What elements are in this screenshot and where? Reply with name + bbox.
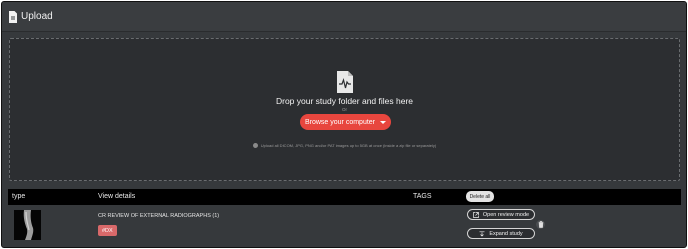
open-review-mode-label: Open review mode: [482, 211, 530, 218]
delete-study-button[interactable]: [536, 220, 545, 229]
dropzone-title: Drop your study folder and files here: [275, 96, 414, 106]
study-thumbnail[interactable]: [14, 210, 41, 240]
column-tags: TAGS: [413, 193, 432, 200]
study-tag[interactable]: #DX: [98, 225, 117, 236]
page-title: Upload: [21, 11, 53, 22]
column-view-details: View details: [98, 193, 136, 200]
study-title[interactable]: CR REVIEW OF EXTERNAL RADIOGRAPHS (1): [98, 213, 219, 219]
info-icon: [252, 143, 258, 148]
delete-all-button[interactable]: Delete all: [466, 191, 494, 202]
browse-computer-label: Browse your computer: [304, 118, 376, 126]
upload-window: Upload Drop your study folder and files …: [1, 1, 687, 248]
document-icon: [9, 10, 17, 23]
upload-note: Upload all DICOM, JPG, PNG and/or PAT im…: [10, 143, 679, 148]
file-waveform-icon: [337, 71, 353, 93]
chevron-down-icon: [380, 120, 387, 124]
xray-image: [14, 210, 41, 240]
table-header: type View details TAGS Delete all: [8, 189, 681, 205]
browse-computer-button[interactable]: Browse your computer: [300, 114, 391, 130]
trash-icon: [538, 221, 543, 228]
upload-note-text: Upload all DICOM, JPG, PNG and/or PAT im…: [260, 143, 437, 148]
header-bar: Upload: [2, 2, 686, 32]
open-review-mode-button[interactable]: Open review mode: [467, 209, 535, 220]
dropzone[interactable]: Drop your study folder and files here Or…: [9, 38, 680, 181]
external-link-icon: [473, 211, 479, 218]
expand-study-button[interactable]: Expand study: [467, 228, 535, 239]
expand-icon: [479, 230, 485, 236]
dropzone-or: Or: [342, 107, 347, 112]
table-row: CR REVIEW OF EXTERNAL RADIOGRAPHS (1) #D…: [8, 206, 681, 246]
expand-study-label: Expand study: [489, 230, 523, 237]
column-type: type: [12, 193, 26, 200]
